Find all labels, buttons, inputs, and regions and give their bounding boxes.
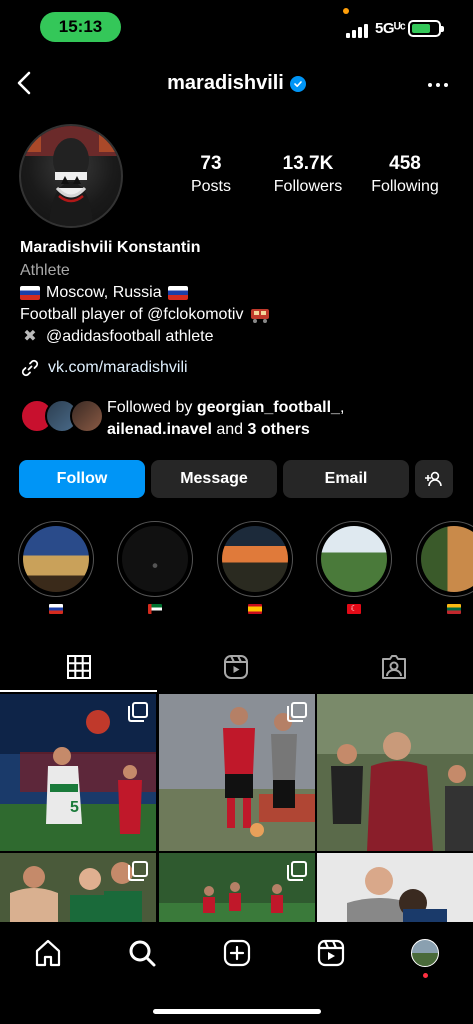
story-highlight[interactable] <box>18 521 94 597</box>
profile-avatar[interactable] <box>19 124 123 228</box>
grid-icon[interactable] <box>66 654 92 680</box>
status-time: 15:13 <box>40 12 121 42</box>
story-highlight[interactable] <box>217 521 293 597</box>
post-thumbnail[interactable] <box>159 694 315 851</box>
post-thumbnail[interactable] <box>0 853 156 922</box>
home-indicator <box>153 1009 321 1014</box>
followed-by-user2: ailenad.inavel <box>107 421 212 438</box>
bio-player: Football player of @fclokomotiv <box>20 306 244 323</box>
post-thumbnail[interactable]: 5 <box>0 694 156 851</box>
followed-by-mid: and <box>211 421 248 438</box>
following-count: 458 <box>389 153 421 174</box>
followed-by-user1: georgian_football_ <box>196 399 340 416</box>
search-icon[interactable] <box>127 938 157 968</box>
cross-icon: ✖ <box>23 328 37 345</box>
posts-count: 73 <box>200 153 222 174</box>
privacy-indicator-dot <box>343 8 349 14</box>
cellular-signal-icon <box>346 24 368 38</box>
follow-button[interactable]: Follow <box>19 460 145 498</box>
suggested-users-button[interactable] <box>415 460 453 498</box>
link-icon <box>21 359 39 377</box>
create-icon[interactable] <box>222 938 252 968</box>
message-button[interactable]: Message <box>151 460 277 498</box>
russia-flag-icon <box>167 286 188 300</box>
multiple-posts-icon <box>287 702 307 722</box>
story-highlight[interactable] <box>316 521 392 597</box>
bio-location: Moscow, Russia <box>46 284 162 301</box>
tagged-icon[interactable] <box>381 654 407 680</box>
multiple-posts-icon <box>287 861 307 881</box>
profile-username-header: maradishvili <box>0 72 473 95</box>
uae-flag-icon <box>148 604 162 614</box>
turkey-flag-icon: ☾ <box>347 604 361 614</box>
followed-by-text[interactable]: Followed by georgian_football_, ailenad.… <box>107 397 344 441</box>
stat-posts[interactable]: 73 Posts <box>183 152 239 198</box>
email-button[interactable]: Email <box>283 460 409 498</box>
followed-by-separator: , <box>339 399 345 416</box>
reels-icon[interactable] <box>316 938 346 968</box>
story-highlight[interactable] <box>416 521 473 597</box>
follower-avatar <box>70 399 104 433</box>
active-tab-indicator <box>0 690 157 692</box>
bio-player-line: Football player of @fclokomotiv <box>20 304 271 326</box>
train-icon <box>251 309 270 323</box>
home-icon[interactable] <box>33 938 63 968</box>
posts-label: Posts <box>190 178 231 195</box>
followers-count: 13.7K <box>282 153 334 174</box>
battery-icon <box>408 20 444 37</box>
reels-icon[interactable] <box>223 654 249 680</box>
following-label: Following <box>371 178 439 195</box>
category-label: Athlete <box>20 262 70 279</box>
spain-flag-icon <box>248 604 262 614</box>
network-type: 5Gᵁᶜ <box>375 20 406 37</box>
russia-flag-icon <box>20 286 40 300</box>
bio-location-line: Moscow, Russia <box>20 282 188 304</box>
followed-by-prefix: Followed by <box>107 399 197 416</box>
multiple-posts-icon <box>128 702 148 722</box>
post-thumbnail[interactable] <box>317 853 473 922</box>
followed-by-avatars[interactable] <box>20 399 104 435</box>
notification-dot <box>423 973 428 978</box>
stat-following[interactable]: 458 Following <box>366 152 444 198</box>
bio-adidas: @adidasfootball athlete <box>46 328 214 345</box>
verified-badge-icon <box>289 75 306 92</box>
more-options-icon[interactable] <box>428 83 448 87</box>
multiple-posts-icon <box>128 861 148 881</box>
full-name: Maradishvili Konstantin <box>20 239 201 256</box>
followed-by-others: 3 others <box>247 421 310 438</box>
profile-link-text: vk.com/maradishvili <box>48 359 188 376</box>
story-highlight[interactable] <box>117 521 193 597</box>
profile-link[interactable]: vk.com/maradishvili <box>20 358 188 378</box>
lithuania-flag-icon <box>447 604 461 614</box>
stat-followers[interactable]: 13.7K Followers <box>268 152 348 198</box>
username: maradishvili <box>167 72 284 94</box>
svg-text:5: 5 <box>70 799 79 816</box>
add-person-icon <box>425 471 442 487</box>
russia-flag-icon <box>49 604 63 614</box>
post-thumbnail[interactable] <box>159 853 315 922</box>
bio-adidas-line: ✖ @adidasfootball athlete <box>20 326 213 348</box>
post-thumbnail[interactable] <box>317 694 473 851</box>
profile-avatar-nav[interactable] <box>411 939 439 967</box>
followers-label: Followers <box>273 178 343 195</box>
